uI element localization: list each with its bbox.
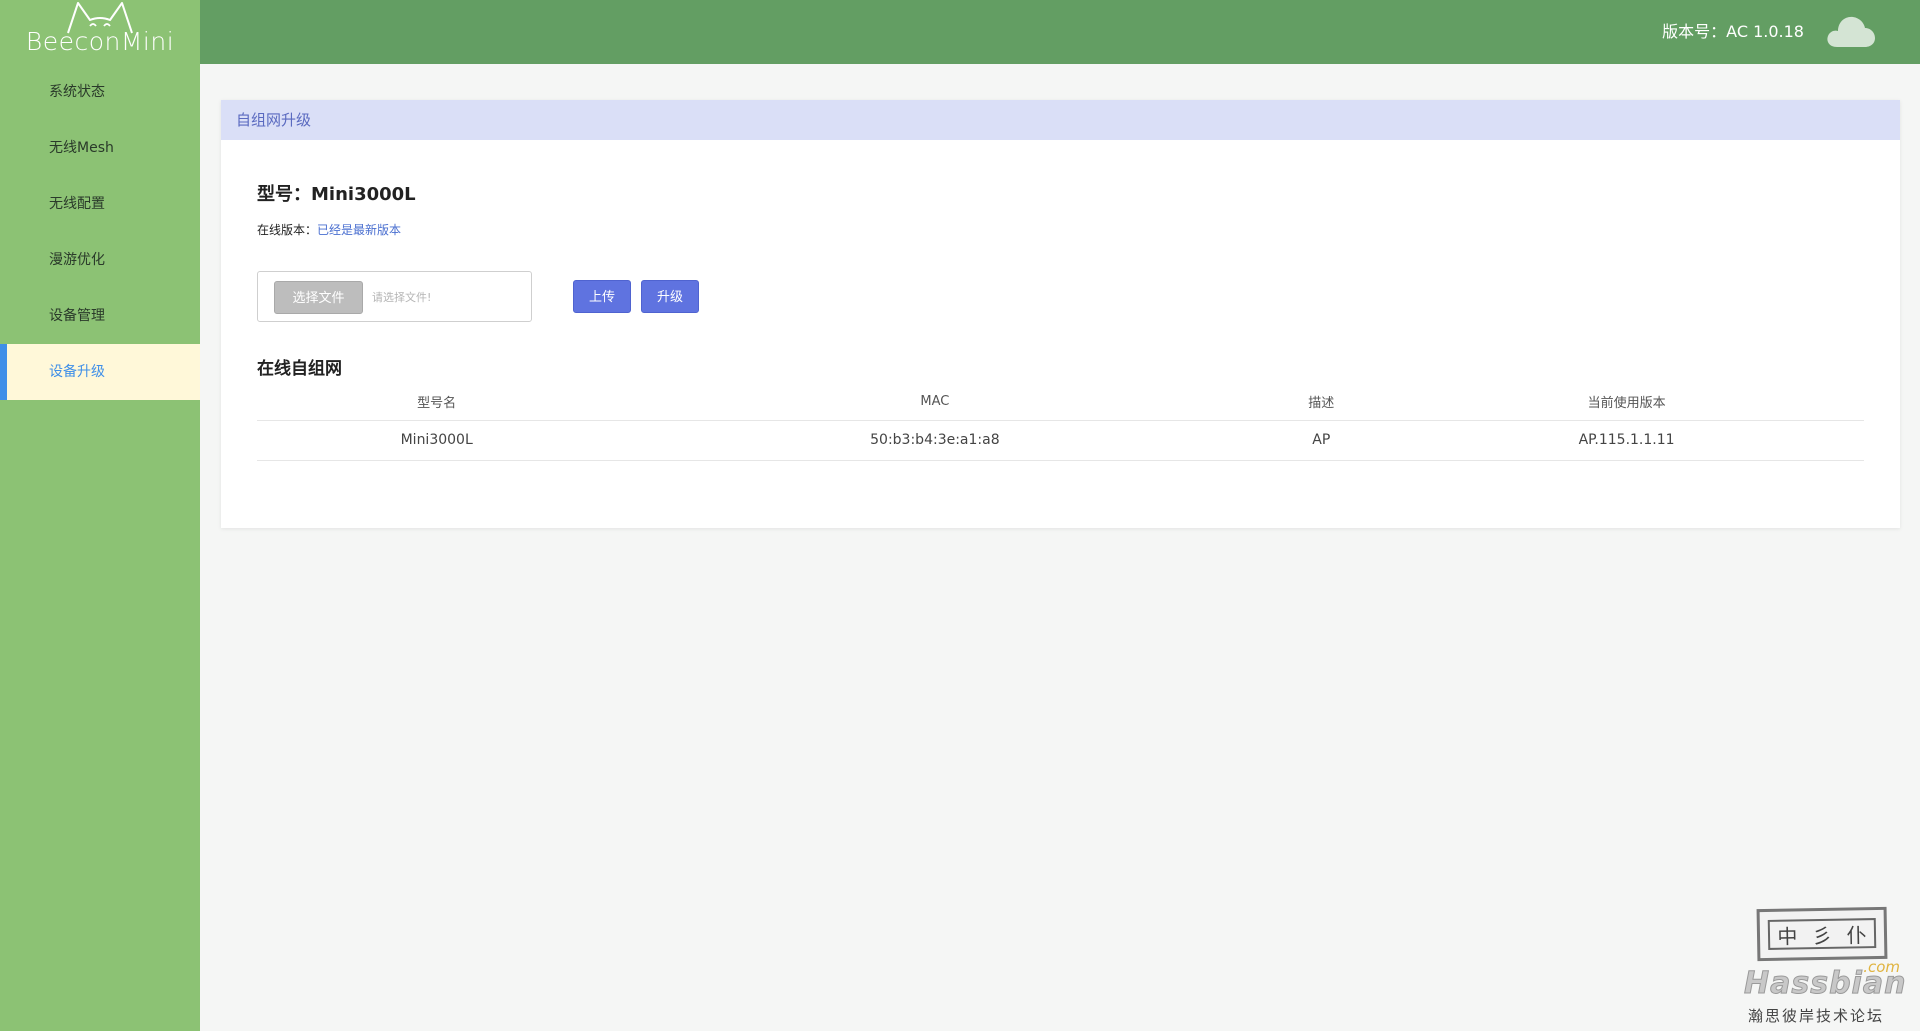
sidebar: BeeconMini 系统状态 无线Mesh 无线配置 漫游优化 设备管理 设备… bbox=[0, 0, 200, 1031]
section-title: 在线自组网 bbox=[257, 359, 342, 379]
sidebar-item-system-status[interactable]: 系统状态 bbox=[0, 64, 200, 120]
sidebar-item-device-upgrade[interactable]: 设备升级 bbox=[0, 344, 200, 400]
column-header-current-version: 当前使用版本 bbox=[1389, 384, 1864, 421]
online-version: 在线版本：已经是最新版本 bbox=[257, 221, 401, 238]
sidebar-nav: 系统状态 无线Mesh 无线配置 漫游优化 设备管理 设备升级 bbox=[0, 64, 200, 400]
watermark-seal: 中 彡 仆 bbox=[1756, 906, 1888, 962]
table-row: Mini3000L 50:b3:b4:3e:a1:a8 AP AP.115.1.… bbox=[257, 420, 1864, 461]
panel-header: 自组网升级 bbox=[221, 100, 1900, 140]
sidebar-item-roaming-optimization[interactable]: 漫游优化 bbox=[0, 232, 200, 288]
mesh-device-table: 型号名 MAC 描述 当前使用版本 Mini3000L 50:b3:b4:3e:… bbox=[257, 384, 1864, 461]
watermark-seal-char: 彡 bbox=[1811, 923, 1833, 948]
cloud-icon[interactable] bbox=[1825, 10, 1877, 50]
online-version-value: 已经是最新版本 bbox=[317, 223, 402, 237]
upgrade-panel: 自组网升级 型号：Mini3000L 在线版本：已经是最新版本 选择文件 上传 … bbox=[221, 100, 1900, 528]
upgrade-button[interactable]: 升级 bbox=[641, 280, 699, 313]
file-picker: 选择文件 bbox=[257, 271, 532, 322]
column-header-mac: MAC bbox=[616, 384, 1254, 421]
online-version-label: 在线版本： bbox=[257, 223, 318, 237]
watermark-subtitle: 瀚思彼岸技术论坛 bbox=[1748, 1007, 1885, 1025]
version-label: 版本号：AC 1.0.18 bbox=[1662, 22, 1804, 41]
logo-text: BeeconMini bbox=[25, 27, 175, 56]
sidebar-item-wireless-config[interactable]: 无线配置 bbox=[0, 176, 200, 232]
cell-model: Mini3000L bbox=[257, 420, 617, 461]
choose-file-button[interactable]: 选择文件 bbox=[274, 281, 363, 314]
file-path-input[interactable] bbox=[370, 281, 520, 314]
model-title: 型号：Mini3000L bbox=[257, 184, 416, 205]
column-header-model: 型号名 bbox=[257, 384, 617, 421]
cell-description: AP bbox=[1253, 420, 1390, 461]
sidebar-item-wireless-mesh[interactable]: 无线Mesh bbox=[0, 120, 200, 176]
sidebar-item-device-management[interactable]: 设备管理 bbox=[0, 288, 200, 344]
watermark-seal-char: 仆 bbox=[1846, 922, 1867, 948]
column-header-description: 描述 bbox=[1253, 384, 1390, 421]
logo[interactable]: BeeconMini bbox=[0, 0, 200, 64]
cell-current-version: AP.115.1.1.11 bbox=[1389, 420, 1864, 461]
watermark: 中 彡 仆 .com Hassbian 瀚思彼岸技术论坛 bbox=[1740, 906, 1920, 1031]
watermark-seal-char: 中 bbox=[1777, 923, 1798, 949]
cell-mac: 50:b3:b4:3e:a1:a8 bbox=[616, 420, 1254, 461]
table-header-row: 型号名 MAC 描述 当前使用版本 bbox=[257, 384, 1864, 421]
watermark-brand: Hassbian bbox=[1743, 966, 1907, 1002]
upload-button[interactable]: 上传 bbox=[573, 280, 631, 313]
top-bar: 版本号：AC 1.0.18 bbox=[200, 0, 1920, 64]
